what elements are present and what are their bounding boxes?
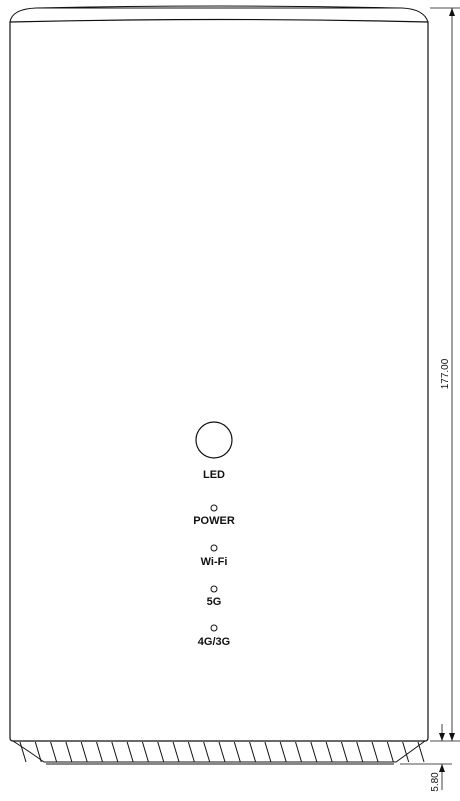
vent-slat	[279, 741, 287, 763]
indicator-wifi-label: Wi-Fi	[201, 556, 228, 568]
vent-slat	[402, 741, 410, 763]
vent-slat	[65, 741, 73, 763]
indicator-wifi-light	[210, 544, 218, 552]
indicator-power: POWER	[193, 504, 235, 527]
indicator-5g-light	[210, 585, 218, 593]
base-height-dimension-value: 5.80	[430, 772, 441, 792]
vent-slat	[111, 741, 119, 763]
vent-slat	[417, 741, 425, 763]
vent-slat	[295, 741, 303, 763]
vent-slat	[172, 741, 180, 763]
router-front-view-drawing: LED POWER Wi-Fi 5G 4G/3G 177.00 5.80	[9, 5, 460, 792]
vent-slat	[386, 741, 394, 763]
indicator-5g: 5G	[207, 585, 222, 608]
indicator-5g-label: 5G	[207, 596, 222, 608]
indicator-power-label: POWER	[193, 515, 235, 527]
vent-slat	[50, 741, 58, 763]
vent-slat	[310, 741, 318, 763]
vent-slat	[80, 741, 88, 763]
arrow-down-icon	[449, 733, 455, 741]
indicator-4g3g: 4G/3G	[198, 624, 230, 648]
led-button[interactable]	[195, 421, 233, 459]
height-dimension-value: 177.00	[440, 358, 451, 389]
indicator-4g3g-light	[210, 624, 218, 632]
arrow-up-base-icon	[439, 764, 445, 772]
vent-slat	[141, 741, 149, 763]
vent-slat	[233, 741, 241, 763]
base-vent-grille	[12, 740, 426, 765]
base-height-dimension	[400, 724, 452, 790]
arrow-up-icon	[449, 8, 455, 16]
vent-slat	[264, 741, 272, 763]
router-body	[9, 18, 429, 742]
led-button-label: LED	[203, 469, 225, 481]
vent-slat	[34, 741, 42, 763]
vent-slat	[157, 741, 165, 763]
vent-slat	[249, 741, 257, 763]
vent-slat	[187, 741, 195, 763]
indicator-4g3g-label: 4G/3G	[198, 636, 230, 648]
vent-slat	[340, 741, 348, 763]
arrow-down-base-icon	[439, 733, 445, 741]
vent-slat	[356, 741, 364, 763]
indicator-wifi: Wi-Fi	[201, 544, 228, 568]
vent-slat	[19, 741, 27, 763]
vent-slat	[126, 741, 134, 763]
vent-slat	[96, 741, 104, 763]
vent-slat	[203, 741, 211, 763]
vent-slat	[218, 741, 226, 763]
indicator-power-light	[210, 504, 218, 512]
vent-slat	[325, 741, 333, 763]
vent-slat	[371, 741, 379, 763]
